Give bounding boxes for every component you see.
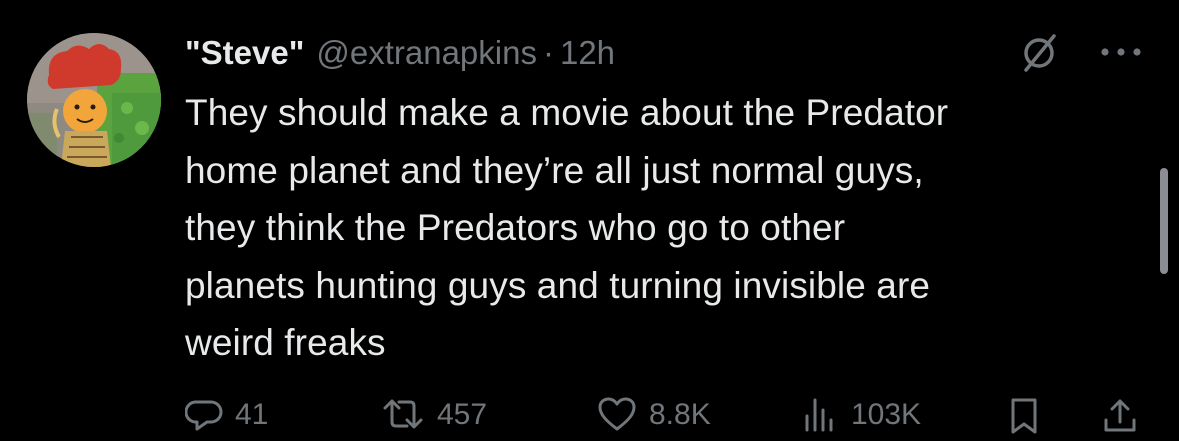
reply-icon	[185, 400, 223, 431]
tweet-text: They should make a movie about the Preda…	[185, 92, 949, 363]
retweet-count: 457	[437, 398, 488, 431]
action-bar: 41 457 8.8K 103K	[185, 396, 1145, 441]
display-name[interactable]: "Steve"	[185, 34, 304, 72]
views-count: 103K	[851, 398, 922, 431]
reply-button[interactable]: 41	[185, 396, 268, 434]
views-button[interactable]: 103K	[801, 396, 921, 434]
separator-dot: ·	[542, 34, 554, 71]
user-handle[interactable]: @extranapkins	[316, 34, 537, 72]
avatar[interactable]	[27, 33, 161, 167]
share-button[interactable]	[1101, 396, 1139, 436]
avatar-illustration	[27, 33, 161, 167]
share-icon	[1104, 399, 1136, 432]
like-button[interactable]: 8.8K	[597, 396, 711, 434]
timestamp[interactable]: 12h	[560, 34, 615, 72]
more-icon[interactable]	[1098, 44, 1144, 60]
tweet-header: "Steve" @extranapkins · 12h	[185, 28, 615, 78]
grok-icon[interactable]	[1018, 32, 1060, 74]
retweet-button[interactable]: 457	[381, 396, 487, 434]
bookmark-button[interactable]	[1007, 396, 1041, 436]
like-count: 8.8K	[649, 398, 711, 431]
retweet-icon	[383, 399, 423, 429]
bookmark-icon	[1011, 398, 1037, 434]
heart-icon	[598, 397, 636, 431]
reply-count: 41	[235, 398, 269, 431]
views-icon	[805, 398, 833, 432]
scrollbar[interactable]	[1160, 168, 1168, 274]
